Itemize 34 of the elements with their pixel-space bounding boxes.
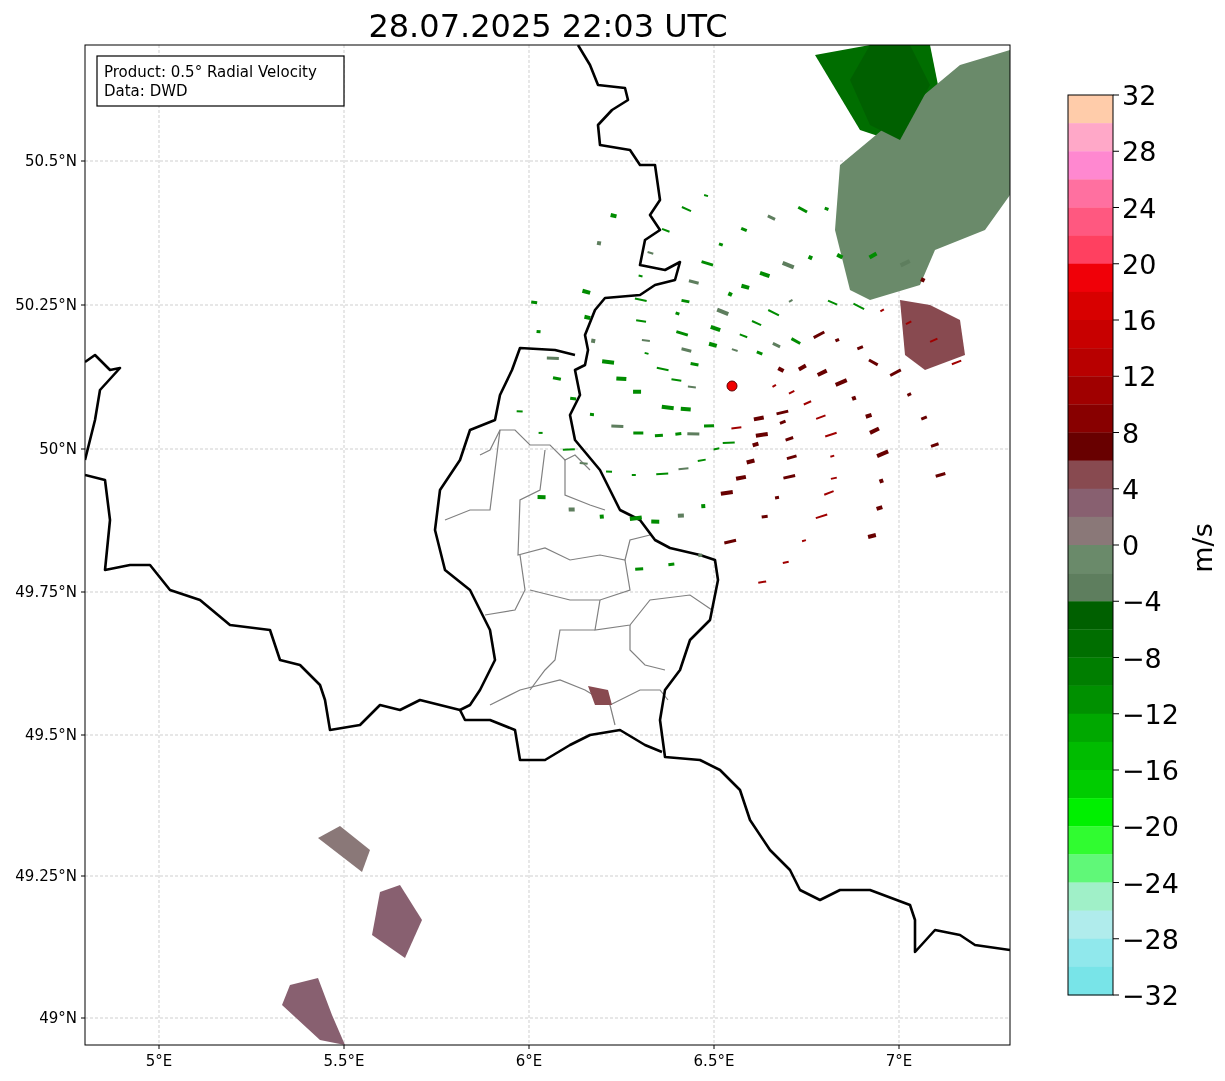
y-tick-label: 50°N [39,440,77,458]
colorbar-tick-label: −20 [1122,811,1179,843]
colorbar-unit-label: m/s [1187,523,1218,573]
x-tick-label: 6°E [515,1052,543,1070]
colorbar-tick-label: 32 [1122,80,1157,111]
colorbar-tick-label: −8 [1122,642,1162,674]
y-tick-label: 49.5°N [24,726,77,744]
colorbar-tick-label: 24 [1122,192,1157,224]
colorbar-tick-label: 16 [1122,305,1157,336]
y-tick-label: 50.25°N [15,296,77,314]
colorbar-tick-label: −24 [1122,867,1179,899]
colorbar-tick-label: −12 [1122,698,1179,730]
colorbar-tick-label: −4 [1122,586,1162,618]
x-tick-label: 7°E [885,1052,913,1070]
x-tick-label: 5.5°E [323,1052,365,1070]
colorbar-tick-label: −32 [1122,980,1179,1011]
y-tick-label: 49.75°N [15,583,77,601]
colorbar-tick-label: −16 [1122,755,1179,786]
y-tick-label: 49°N [39,1009,77,1027]
colorbar-tick-label: 28 [1122,136,1157,168]
radar-site-marker [726,380,738,392]
colorbar-tick-label: 12 [1122,361,1157,393]
x-tick-label: 6.5°E [693,1052,735,1070]
info-text: Data: DWD [104,82,188,100]
info-text: Product: 0.5° Radial Velocity [104,63,317,81]
chart-title: 28.07.2025 22:03 UTC [368,7,728,45]
colorbar-tick-label: 8 [1122,417,1140,449]
colorbar-tick-label: 4 [1122,473,1140,505]
y-tick-label: 49.25°N [15,867,77,885]
colorbar-tick-label: −28 [1122,923,1179,955]
y-tick-label: 50.5°N [24,152,77,170]
colorbar-tick-label: 0 [1122,530,1140,561]
colorbar-tick-label: 20 [1122,248,1157,280]
x-tick-label: 5°E [145,1052,173,1070]
